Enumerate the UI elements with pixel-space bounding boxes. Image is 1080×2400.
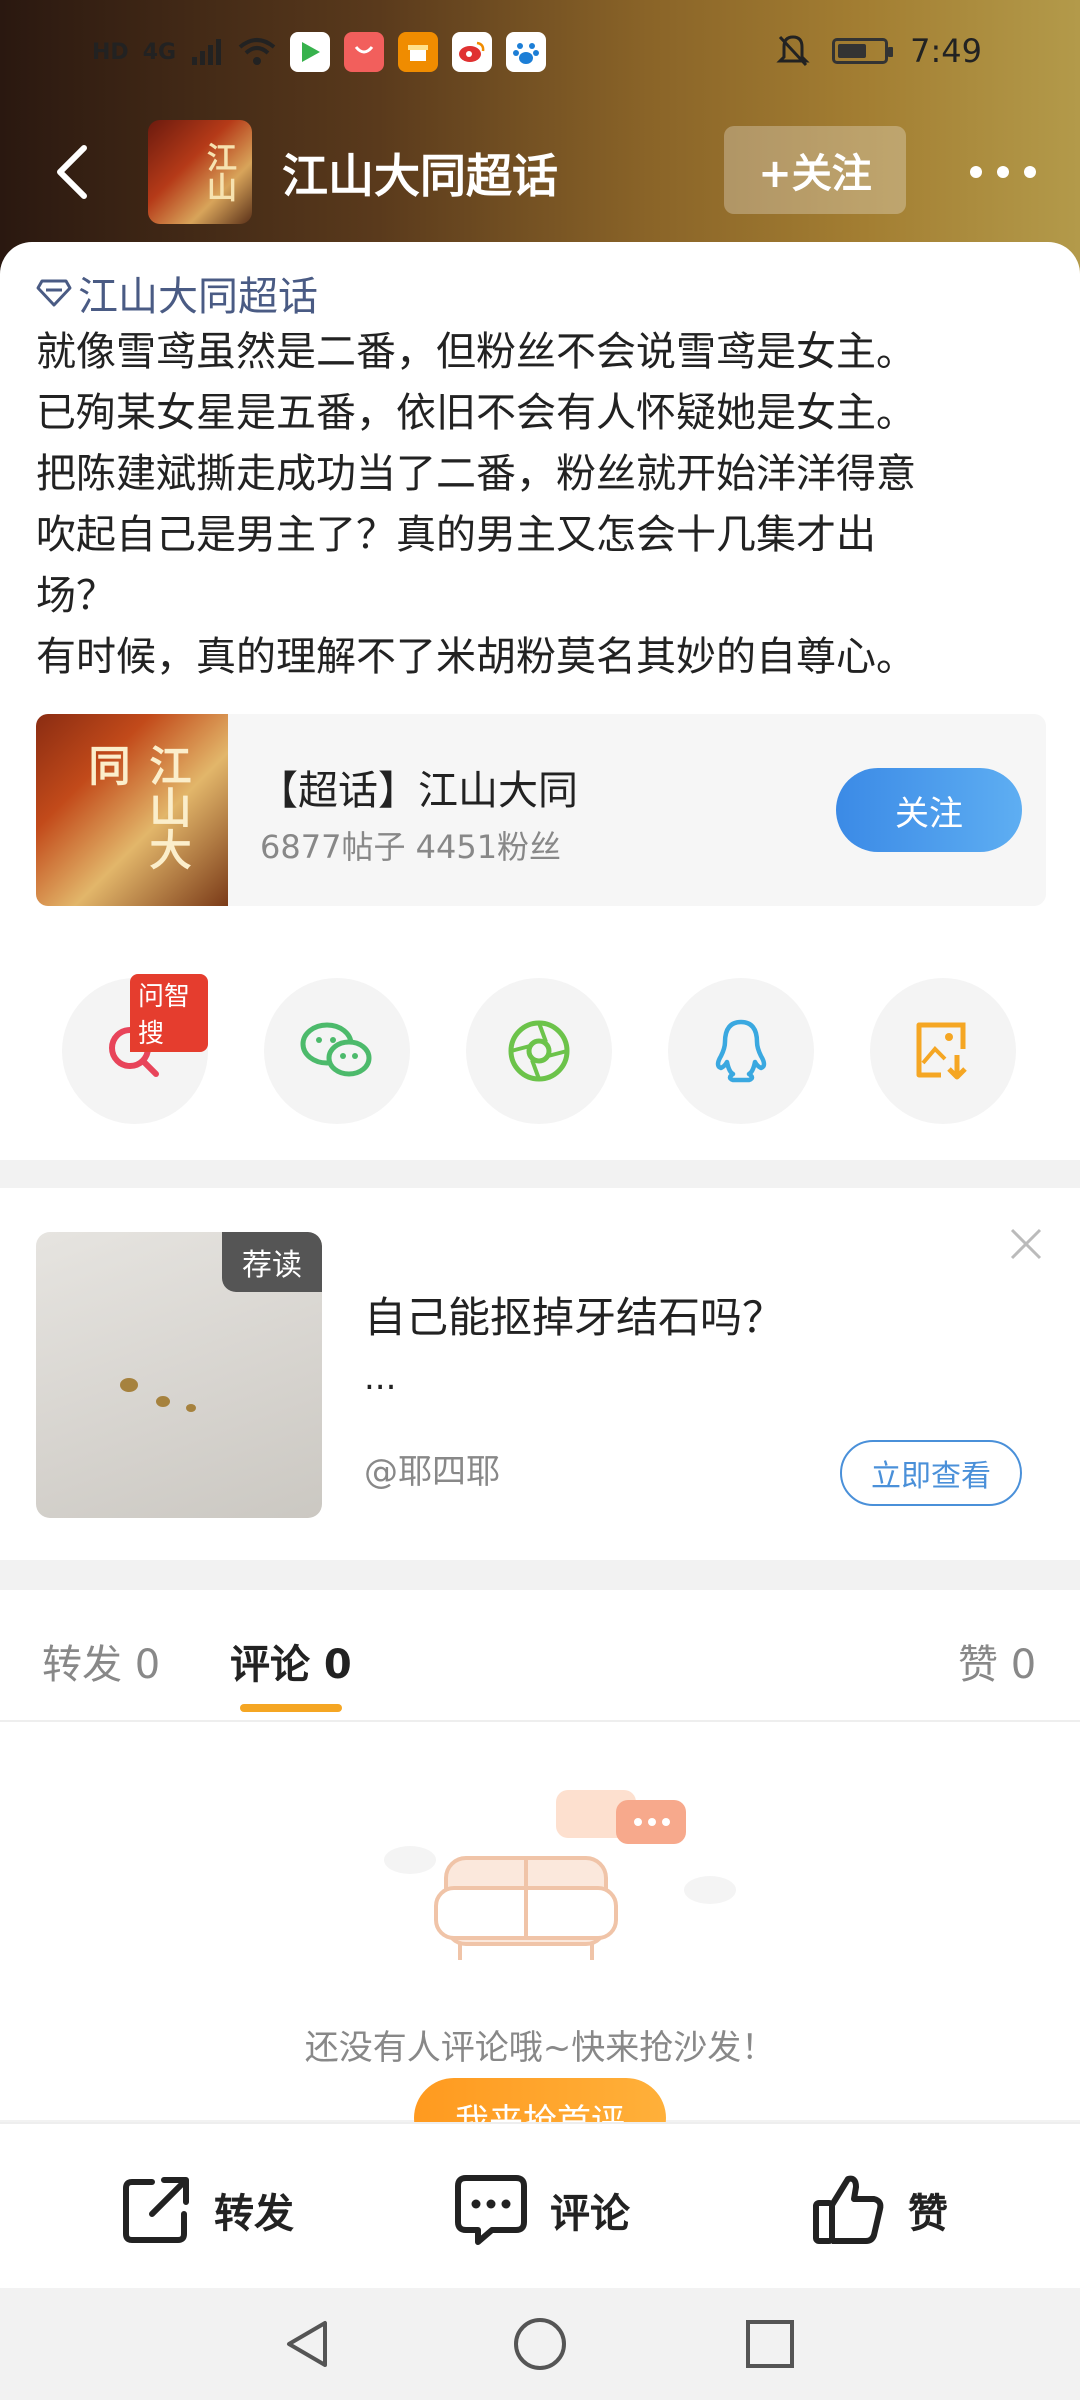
circle-home-icon: [514, 2318, 566, 2370]
triangle-back-icon: [287, 2321, 327, 2367]
share-row: 问智搜: [0, 974, 1080, 1124]
share-qq-button[interactable]: [668, 978, 814, 1124]
huawei-app-icon: [344, 32, 385, 72]
post-line: 把陈建斌撕走成功当了二番，粉丝就开始洋洋得意: [36, 451, 916, 497]
like-button[interactable]: 赞: [810, 2172, 948, 2248]
thumbs-up-icon: [813, 2175, 884, 2244]
like-label: 赞: [908, 2191, 948, 2237]
more-options-button[interactable]: [958, 142, 1048, 202]
comments-section: 转发 0 评论 0 赞 0 还没有人评论哦~快来抢沙发！ 我来抢首评: [0, 1590, 1080, 2158]
status-bar-left: HD 4G: [92, 30, 547, 74]
view-now-button[interactable]: 立即查看: [840, 1440, 1022, 1506]
network-type: 4G: [142, 39, 177, 65]
tab-repost[interactable]: 转发 0: [42, 1632, 160, 1690]
post-card: 江山大同超话 就像雪鸢虽然是二番，但粉丝不会说雪鸢是女主。 已殉某女星是五番，依…: [0, 242, 1080, 1160]
page-title[interactable]: 江山大同超话: [282, 140, 558, 206]
moments-icon: [508, 1020, 570, 1082]
repost-icon: [123, 2177, 189, 2243]
dot-icon: [997, 166, 1009, 178]
supertopic-cover: 江山大同: [36, 714, 228, 906]
status-bar: HD 4G 7:49: [0, 0, 1080, 100]
active-tab-indicator: [240, 1704, 342, 1712]
empty-sofa-illustration: [384, 1790, 736, 1960]
mute-notification-icon: [776, 35, 810, 67]
follow-button[interactable]: +关注: [724, 126, 906, 214]
video-app-icon: [290, 32, 331, 72]
diamond-icon: [36, 279, 72, 307]
system-back-button[interactable]: [278, 2314, 338, 2374]
tartar-piece: [186, 1404, 196, 1412]
save-image-button[interactable]: [870, 978, 1016, 1124]
cover-glyphs: 江山大同: [82, 744, 192, 870]
close-icon[interactable]: [1006, 1224, 1046, 1264]
wechat-icon: [300, 1022, 372, 1077]
nav-bar: 江山 江山大同超话 +关注: [0, 112, 1080, 232]
battery-icon: [832, 38, 894, 64]
weibo-app-icon: [452, 32, 493, 72]
gift-app-icon: [398, 32, 439, 72]
back-arrow-icon: [57, 145, 87, 199]
supertopic-follow-button[interactable]: 关注: [836, 768, 1022, 852]
system-home-button[interactable]: [510, 2314, 570, 2374]
post-line: 就像雪鸢虽然是二番，但粉丝不会说雪鸢是女主。: [36, 329, 916, 375]
post-line: 有时候，真的理解不了米胡粉莫名其妙的自尊心。: [36, 634, 916, 680]
post-line: 已殉某女星是五番，依旧不会有人怀疑她是女主。: [36, 390, 916, 436]
recommended-excerpt: ...: [364, 1358, 397, 1398]
system-recents-button[interactable]: [740, 2314, 800, 2374]
recommended-thumbnail: 荐读: [36, 1232, 322, 1518]
empty-comments-text: 还没有人评论哦~快来抢沙发！: [304, 2028, 776, 2068]
system-navigation-bar: [0, 2288, 1080, 2400]
supertopic-title: 【超话】江山大同: [258, 768, 578, 814]
dot-icon: [970, 166, 982, 178]
tab-comments[interactable]: 评论 0: [230, 1632, 352, 1690]
status-bar-right: 7:49: [776, 26, 982, 76]
ai-search-button[interactable]: 问智搜: [62, 974, 208, 1124]
supertopic-card[interactable]: 江山大同 【超话】江山大同 6877帖子 4451粉丝 关注: [36, 714, 1046, 906]
bottom-action-bar: 转发 评论 赞: [0, 2122, 1080, 2288]
tab-likes[interactable]: 赞 0: [958, 1632, 1036, 1690]
repost-label: 转发: [214, 2191, 294, 2237]
hd-indicator: HD: [92, 39, 129, 65]
avatar-glyphs: 江山: [201, 142, 236, 202]
recommended-card[interactable]: 荐读 自己能抠掉牙结石吗？ ... @耶四耶 立即查看: [0, 1188, 1080, 1560]
post-body: 就像雪鸢虽然是二番，但粉丝不会说雪鸢是女主。 已殉某女星是五番，依旧不会有人怀疑…: [36, 322, 1046, 688]
comment-button[interactable]: 评论: [452, 2172, 630, 2248]
supertopic-avatar[interactable]: 江山: [148, 120, 252, 224]
comment-icon: [455, 2175, 527, 2245]
clock: 7:49: [910, 32, 982, 70]
comment-label: 评论: [550, 2191, 630, 2237]
wifi-icon: [238, 38, 276, 65]
recommended-badge: 荐读: [222, 1232, 322, 1292]
topic-tag-label: 江山大同超话: [78, 274, 318, 320]
back-button[interactable]: [32, 132, 112, 212]
tartar-piece: [120, 1378, 138, 1392]
tartar-piece: [156, 1396, 170, 1407]
recommended-author: @耶四耶: [364, 1452, 500, 1492]
post-line: 场？: [36, 573, 116, 619]
recommended-title: 自己能抠掉牙结石吗？: [364, 1293, 785, 1342]
post-line: 吹起自己是男主了？真的男主又怎会十几集才出: [36, 512, 876, 558]
ai-search-badge: 问智搜: [130, 974, 208, 1052]
square-recents-icon: [746, 2320, 794, 2368]
supertopic-stats: 6877帖子 4451粉丝: [260, 828, 562, 866]
baidu-app-icon: [506, 32, 547, 72]
share-moments-button[interactable]: [466, 978, 612, 1124]
signal-icon: [192, 39, 222, 65]
repost-button[interactable]: 转发: [118, 2172, 294, 2248]
dot-icon: [1024, 166, 1036, 178]
topic-tag-link[interactable]: 江山大同超话: [36, 264, 318, 322]
divider: [0, 1720, 1080, 1722]
qq-icon: [715, 1019, 767, 1083]
share-wechat-button[interactable]: [264, 978, 410, 1124]
save-image-icon: [916, 1022, 967, 1080]
